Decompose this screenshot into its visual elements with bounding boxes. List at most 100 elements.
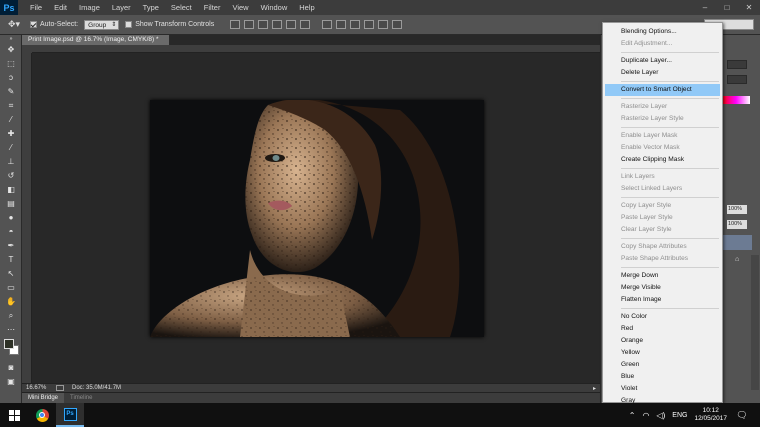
ruler-vertical[interactable] [22, 53, 32, 383]
clock[interactable]: 10:12 12/05/2017 [694, 407, 727, 423]
menu-item-blending-options[interactable]: Blending Options... [603, 26, 722, 38]
layers-scrollbar[interactable] [751, 255, 759, 390]
network-icon[interactable]: ◠ [642, 411, 649, 420]
menu-select[interactable]: Select [165, 0, 198, 15]
menu-help[interactable]: Help [293, 0, 320, 15]
shape-tool-icon[interactable]: ▭ [0, 281, 22, 295]
auto-select-option[interactable]: Auto-Select: [30, 21, 78, 28]
status-bar: 16.67% Doc: 35.0M/41.7M ▸ [22, 383, 600, 392]
action-center-icon[interactable]: 🗨 [734, 410, 750, 421]
menu-image[interactable]: Image [73, 0, 106, 15]
foreground-color-swatch[interactable] [4, 339, 14, 349]
align-vcenter-icon[interactable] [244, 20, 255, 29]
tab-timeline[interactable]: Timeline [64, 393, 98, 404]
screen-mode-icon[interactable]: ▣ [0, 375, 22, 389]
ruler-horizontal[interactable] [32, 45, 600, 53]
menu-item-violet[interactable]: Violet [603, 383, 722, 395]
start-button[interactable] [0, 403, 28, 427]
brush-tool-icon[interactable]: ⁄ [0, 141, 22, 155]
quick-select-tool-icon[interactable]: ✎ [0, 85, 22, 99]
align-right-icon[interactable] [300, 20, 311, 29]
menu-item-orange[interactable]: Orange [603, 335, 722, 347]
menu-item-duplicate-layer[interactable]: Duplicate Layer... [603, 55, 722, 67]
distribute-hcenter-icon[interactable] [378, 20, 389, 29]
layer-row-selected[interactable] [722, 235, 752, 250]
align-hcenter-icon[interactable] [286, 20, 297, 29]
menu-item-delete-layer[interactable]: Delete Layer [603, 67, 722, 79]
status-info-icon[interactable] [56, 385, 64, 391]
panel-field-1[interactable] [727, 60, 747, 69]
distribute-top-icon[interactable] [322, 20, 333, 29]
volume-icon[interactable]: ◁) [656, 411, 665, 420]
move-tool-preset-icon[interactable]: ✥▾ [4, 18, 24, 32]
distribute-bottom-icon[interactable] [350, 20, 361, 29]
dodge-tool-icon[interactable]: ◓ [0, 225, 22, 239]
menu-item-red[interactable]: Red [603, 323, 722, 335]
menu-view[interactable]: View [226, 0, 254, 15]
menu-window[interactable]: Window [255, 0, 294, 15]
blur-tool-icon[interactable]: ● [0, 211, 22, 225]
pen-tool-icon[interactable]: ✒ [0, 239, 22, 253]
menu-item-yellow[interactable]: Yellow [603, 347, 722, 359]
close-button[interactable]: ✕ [738, 0, 760, 15]
gradient-tool-icon[interactable]: ▤ [0, 197, 22, 211]
history-brush-tool-icon[interactable]: ↺ [0, 169, 22, 183]
menu-item-merge-down[interactable]: Merge Down [603, 270, 722, 282]
clone-stamp-tool-icon[interactable]: ⊥ [0, 155, 22, 169]
document-image[interactable] [150, 100, 484, 337]
menu-bar: Ps File Edit Image Layer Type Select Filter Vie… [0, 0, 760, 15]
tools-collapse-icon[interactable]: » [0, 35, 22, 43]
menu-item-convert-to-smart-object[interactable]: Convert to Smart Object [605, 84, 720, 96]
menu-item-select-linked-layers: Select Linked Layers [621, 185, 683, 192]
taskbar-photoshop[interactable]: Ps [56, 403, 84, 427]
fill-field[interactable]: 100% [727, 220, 747, 229]
minimize-button[interactable]: – [694, 0, 716, 15]
hand-tool-icon[interactable]: ✋ [0, 295, 22, 309]
menu-item-green[interactable]: Green [603, 359, 722, 371]
type-tool-icon[interactable]: T [0, 253, 22, 267]
menu-item-create-clipping-mask[interactable]: Create Clipping Mask [603, 154, 722, 166]
status-arrow-icon[interactable]: ▸ [593, 385, 596, 392]
align-bottom-icon[interactable] [258, 20, 269, 29]
color-ramp[interactable] [722, 96, 750, 104]
ruler-origin[interactable] [22, 45, 32, 53]
move-tool-icon[interactable]: ✥ [0, 43, 22, 57]
distribute-right-icon[interactable] [392, 20, 403, 29]
distribute-vcenter-icon[interactable] [336, 20, 347, 29]
path-select-tool-icon[interactable]: ↖ [0, 267, 22, 281]
opacity-field[interactable]: 100% [727, 205, 747, 214]
distribute-left-icon[interactable] [364, 20, 375, 29]
tab-mini-bridge[interactable]: Mini Bridge [22, 392, 65, 404]
eyedropper-tool-icon[interactable]: ⁄ [0, 113, 22, 127]
transform-controls-checkbox[interactable] [125, 21, 133, 28]
menu-filter[interactable]: Filter [198, 0, 227, 15]
zoom-tool-icon[interactable]: ⌕ [0, 309, 22, 323]
transform-controls-option[interactable]: Show Transform Controls [125, 21, 214, 28]
menu-edit[interactable]: Edit [48, 0, 73, 15]
quick-mask-icon[interactable]: ◙ [0, 361, 22, 375]
menu-layer[interactable]: Layer [106, 0, 137, 15]
taskbar-chrome[interactable] [28, 403, 56, 427]
auto-select-dropdown[interactable]: Group [84, 19, 120, 30]
menu-item-flatten-image[interactable]: Flatten Image [603, 294, 722, 306]
menu-item-blue[interactable]: Blue [603, 371, 722, 383]
healing-brush-tool-icon[interactable]: ✚ [0, 127, 22, 141]
auto-select-checkbox[interactable] [30, 21, 37, 28]
lasso-tool-icon[interactable]: ↄ [0, 71, 22, 85]
align-left-icon[interactable] [272, 20, 283, 29]
eraser-tool-icon[interactable]: ◧ [0, 183, 22, 197]
crop-tool-icon[interactable]: ⌗ [0, 99, 22, 113]
language-indicator[interactable]: ENG [672, 412, 687, 419]
panel-field-2[interactable] [727, 75, 747, 84]
document-tab[interactable]: Print Image.psd @ 16.7% (Image, CMYK/8) … [22, 35, 170, 45]
marquee-tool-icon[interactable]: ⬚ [0, 57, 22, 71]
menu-file[interactable]: File [24, 0, 48, 15]
show-hidden-icons-icon[interactable]: ⌃ [629, 411, 636, 420]
zoom-level[interactable]: 16.67% [26, 385, 48, 391]
maximize-button[interactable]: □ [716, 0, 738, 15]
more-tools-icon[interactable]: ⋯ [0, 323, 22, 337]
align-top-icon[interactable] [230, 20, 241, 29]
menu-item-merge-visible[interactable]: Merge Visible [603, 282, 722, 294]
menu-type[interactable]: Type [137, 0, 165, 15]
menu-item-no-color[interactable]: No Color [603, 311, 722, 323]
